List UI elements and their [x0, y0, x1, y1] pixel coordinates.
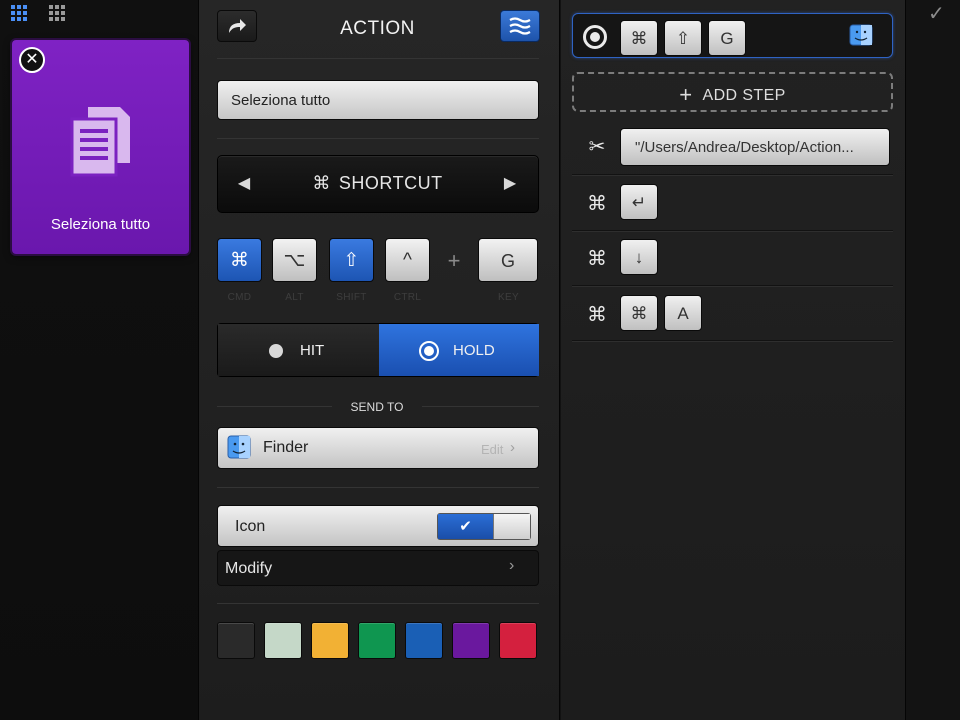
- key-chip: ↵: [620, 184, 658, 220]
- key-chip: ⌘: [620, 295, 658, 331]
- toggle-knob: [493, 514, 530, 539]
- divider: [217, 603, 539, 604]
- ctrl-modifier-button[interactable]: ^: [385, 238, 430, 282]
- color-swatch[interactable]: [217, 622, 255, 659]
- alt-caption: ALT: [285, 292, 304, 303]
- plus-icon: +: [679, 82, 693, 107]
- command-icon: ⌘: [587, 304, 607, 326]
- hold-option[interactable]: HOLD: [379, 324, 539, 376]
- target-app-name: Finder: [263, 439, 309, 456]
- ctrl-caption: CTRL: [393, 292, 422, 303]
- action-type-label: ⌘ SHORTCUT: [280, 173, 475, 194]
- divider: [217, 138, 539, 139]
- alt-modifier-button[interactable]: ⌥: [272, 238, 317, 282]
- checkmark-icon: ✔: [438, 514, 493, 539]
- color-swatch[interactable]: [311, 622, 349, 659]
- add-step-text: ADD STEP: [702, 87, 786, 104]
- finder-icon: [849, 24, 873, 46]
- tile-label: Seleziona tutto: [50, 216, 151, 233]
- color-swatch[interactable]: [405, 622, 443, 659]
- divider: [217, 58, 539, 59]
- cmd-caption: CMD: [227, 292, 252, 303]
- scissors-icon: ✂: [588, 136, 606, 158]
- radio-on-icon: [583, 25, 607, 49]
- right-margin: [906, 0, 960, 720]
- command-icon: ⌘: [587, 193, 607, 215]
- edit-link[interactable]: Edit: [481, 442, 503, 457]
- menu-button[interactable]: [500, 10, 540, 42]
- icon-setting-label: Icon: [235, 518, 266, 535]
- radio-on-icon: [419, 341, 439, 361]
- key-chip: G: [708, 20, 746, 56]
- send-to-heading: SEND TO: [350, 400, 404, 414]
- radio-off-icon: [269, 344, 283, 358]
- prev-arrow-icon[interactable]: ◀: [232, 172, 256, 196]
- action-name-field[interactable]: Seleziona tutto: [217, 80, 539, 120]
- plus-sign: +: [447, 248, 461, 273]
- finder-icon: [227, 435, 251, 459]
- divider: [217, 487, 539, 488]
- action-type-text: SHORTCUT: [338, 173, 443, 193]
- key-chip: ⌘: [620, 20, 658, 56]
- share-button[interactable]: [217, 10, 257, 42]
- color-swatch[interactable]: [499, 622, 537, 659]
- shift-modifier-button[interactable]: ⇧: [329, 238, 374, 282]
- hit-label: HIT: [300, 342, 325, 359]
- divider: [422, 406, 539, 407]
- next-arrow-icon[interactable]: ▶: [498, 172, 522, 196]
- color-swatch[interactable]: [358, 622, 396, 659]
- grid-icon[interactable]: [10, 4, 28, 22]
- chevron-right-icon: ›: [510, 439, 515, 456]
- menu-lines-icon: [509, 17, 531, 35]
- cmd-modifier-button[interactable]: ⌘: [217, 238, 262, 282]
- color-swatch[interactable]: [264, 622, 302, 659]
- close-icon[interactable]: ✕: [19, 47, 45, 73]
- key-field[interactable]: G: [478, 238, 538, 282]
- shift-caption: SHIFT: [336, 292, 367, 303]
- path-field[interactable]: "/Users/Andrea/Desktop/Action...: [620, 128, 890, 166]
- grid-small-icon[interactable]: [48, 4, 66, 22]
- divider: [217, 406, 332, 407]
- hold-label: HOLD: [453, 342, 495, 359]
- key-chip: ⇧: [664, 20, 702, 56]
- share-arrow-icon: [229, 19, 246, 33]
- modify-label: Modify: [225, 560, 273, 577]
- command-icon: ⌘: [312, 173, 331, 193]
- checkmark-icon[interactable]: ✓: [928, 4, 950, 24]
- page-title: ACTION: [340, 18, 415, 39]
- command-icon: ⌘: [587, 248, 607, 270]
- key-caption: KEY: [498, 292, 519, 303]
- chevron-right-icon: ›: [509, 557, 515, 574]
- key-chip: ↓: [620, 239, 658, 275]
- document-icon: [70, 107, 130, 177]
- add-step-label: + ADD STEP: [572, 82, 893, 108]
- color-swatch[interactable]: [452, 622, 490, 659]
- key-chip: A: [664, 295, 702, 331]
- hit-option[interactable]: HIT: [218, 324, 379, 376]
